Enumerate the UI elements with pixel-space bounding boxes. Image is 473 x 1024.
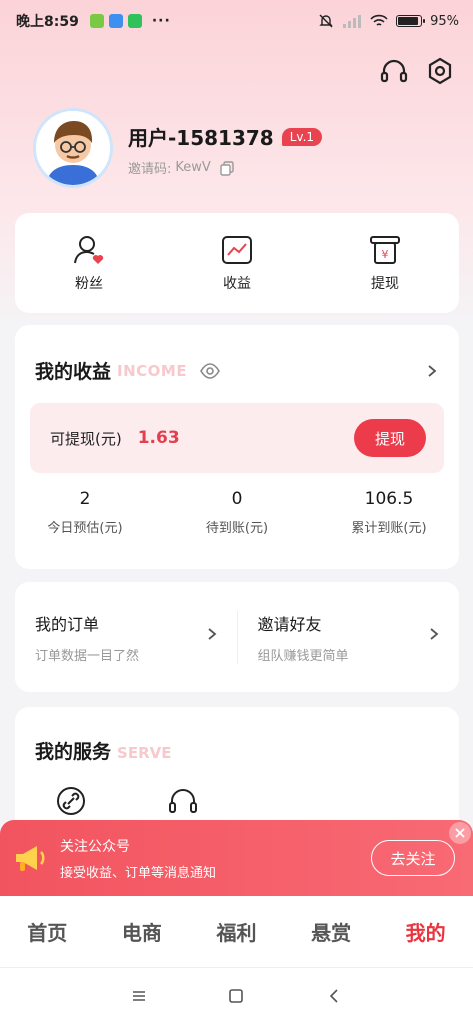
chevron-right-icon <box>430 627 439 640</box>
back-icon[interactable] <box>325 987 343 1005</box>
earnings-chart-icon <box>222 236 252 264</box>
stat-label: 待到账(元) <box>205 521 269 536</box>
status-time: 晚上8:59 <box>16 14 79 30</box>
headset-icon[interactable] <box>379 56 409 86</box>
avatar[interactable] <box>33 108 113 188</box>
my-orders-subtitle: 订单数据一目了然 <box>35 648 140 664</box>
status-bar: 晚上8:59 ··· 95% <box>16 8 459 34</box>
chevron-right-icon[interactable] <box>425 364 439 378</box>
header-actions <box>379 56 455 86</box>
stat-value: 106.5 <box>364 489 414 509</box>
battery-fill <box>398 17 419 25</box>
username: 用户-1581378 <box>128 126 274 150</box>
services-title: 我的服务 <box>35 741 112 763</box>
invite-code-row: 邀请码: KewV <box>128 158 235 177</box>
customer-service-icon[interactable] <box>167 785 199 817</box>
quick-item-label: 提现 <box>371 276 399 292</box>
withdraw-icon: ¥ <box>370 236 400 264</box>
follow-account-banner: 关注公众号 接受收益、订单等消息通知 去关注 <box>0 820 473 896</box>
status-overflow: ··· <box>151 13 171 29</box>
stat-label: 累计到账(元) <box>351 521 427 536</box>
stat-pending: 0 待到账(元) <box>187 489 287 536</box>
quick-item-earnings[interactable]: 收益 <box>187 233 287 293</box>
earnings-title-en: INCOME <box>117 361 188 380</box>
bottom-tab-bar: 首页 电商 福利 悬赏 我的 <box>0 896 473 968</box>
signal-icon <box>343 15 362 28</box>
close-icon[interactable] <box>449 822 471 844</box>
tab-welfare[interactable]: 福利 <box>196 917 276 946</box>
level-badge: Lv.1 <box>281 127 323 146</box>
invite-label: 邀请码: <box>128 162 172 177</box>
stat-today-estimate: 2 今日预估(元) <box>35 489 135 536</box>
invite-friends-subtitle: 组队赚钱更简单 <box>257 648 349 664</box>
battery-icon <box>396 15 426 27</box>
quick-item-fans[interactable]: 粉丝 <box>39 233 139 293</box>
earnings-card: 我的收益 INCOME 可提现(元) 1.63 提现 2 今日预估(元) 0 待… <box>15 325 459 569</box>
battery-percent: 95% <box>430 13 459 29</box>
tab-mine[interactable]: 我的 <box>386 917 466 946</box>
menu-icon[interactable] <box>130 987 148 1005</box>
banner-title: 关注公众号 <box>60 838 130 855</box>
svg-text:¥: ¥ <box>382 248 389 261</box>
stat-value: 0 <box>231 489 243 509</box>
earnings-title: 我的收益 <box>35 361 112 383</box>
my-orders-entry[interactable]: 我的订单 订单数据一目了然 <box>15 611 237 664</box>
orders-invite-card: 我的订单 订单数据一目了然 邀请好友 组队赚钱更简单 <box>15 582 459 692</box>
settings-hex-icon[interactable] <box>425 56 455 86</box>
username-row: 用户-1581378 Lv.1 <box>128 122 323 151</box>
withdrawable-label: 可提现(元) <box>50 429 122 448</box>
banner-subtitle: 接受收益、订单等消息通知 <box>60 865 217 881</box>
tab-bounty[interactable]: 悬赏 <box>291 917 371 946</box>
withdraw-button[interactable]: 提现 <box>354 419 426 457</box>
earnings-stats: 2 今日预估(元) 0 待到账(元) 106.5 累计到账(元) <box>15 489 459 536</box>
system-nav-bar <box>0 968 473 1024</box>
quick-item-label: 收益 <box>223 276 251 292</box>
tab-home[interactable]: 首页 <box>7 917 87 946</box>
services-title-en: SERVE <box>117 744 172 762</box>
withdrawable-value: 1.63 <box>137 428 180 448</box>
eye-icon[interactable] <box>199 360 221 382</box>
quick-item-label: 粉丝 <box>75 276 103 292</box>
invite-friends-entry[interactable]: 邀请好友 组队赚钱更简单 <box>236 610 460 664</box>
copy-icon[interactable] <box>219 160 235 176</box>
stat-value: 2 <box>79 489 91 509</box>
message-app-icon <box>108 14 123 28</box>
follow-button[interactable]: 去关注 <box>371 840 455 876</box>
stat-label: 今日预估(元) <box>47 521 123 536</box>
megaphone-icon <box>16 846 45 871</box>
download-app-icon <box>89 14 104 28</box>
tab-ecommerce[interactable]: 电商 <box>102 917 182 946</box>
mute-bell-icon <box>319 14 333 28</box>
home-square-icon[interactable] <box>227 987 245 1005</box>
avatar-illustration <box>36 111 110 185</box>
invite-code: KewV <box>175 160 211 175</box>
fans-icon <box>74 236 104 264</box>
chevron-right-icon <box>207 627 216 640</box>
link-icon[interactable] <box>55 785 87 817</box>
quick-item-withdraw[interactable]: ¥ 提现 <box>335 233 435 293</box>
withdrawable-box: 可提现(元) 1.63 提现 <box>30 403 444 473</box>
stat-total: 106.5 累计到账(元) <box>339 489 439 536</box>
wifi-icon <box>370 14 388 26</box>
wechat-app-icon <box>127 14 142 28</box>
quick-actions-card: 粉丝 收益 ¥ 提现 <box>15 213 459 313</box>
